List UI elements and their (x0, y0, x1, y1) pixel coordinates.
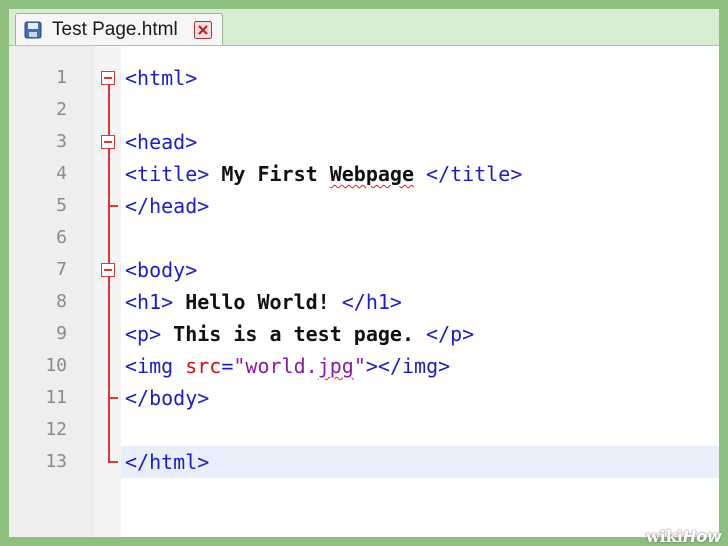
code-line: </html> (125, 446, 209, 478)
fold-end-head (108, 205, 118, 207)
code-line: <h1> Hello World! </h1> (125, 286, 402, 318)
code-line: <html> (125, 62, 197, 94)
code-line: <title> My First Webpage </title> (125, 158, 522, 190)
line-number: 3 (56, 131, 67, 152)
html-open-tag: <html> (125, 66, 198, 90)
h1-open-tag: <h1> (125, 290, 174, 314)
src-value-quote: " (353, 354, 366, 378)
equals-sign: = (221, 354, 234, 378)
line-number: 5 (56, 195, 67, 216)
code-line: </body> (125, 382, 209, 414)
line-number: 7 (56, 259, 67, 280)
html-close-tag: </html> (125, 450, 210, 474)
fold-toggle-html[interactable] (101, 71, 115, 85)
p-close-tag: </p> (426, 322, 475, 346)
src-value: "world. (233, 354, 318, 378)
editor-window: Test Page.html 1 2 3 4 5 6 7 8 9 10 11 1… (9, 9, 719, 537)
title-text-misspelled: Webpage (329, 162, 415, 186)
line-number: 13 (45, 451, 67, 472)
line-number: 11 (45, 387, 67, 408)
line-number: 12 (45, 419, 67, 440)
img-open-tag: <img (125, 354, 186, 378)
fold-toggle-body[interactable] (101, 263, 115, 277)
title-text: My First (209, 162, 330, 186)
h1-text: Hello World! (173, 290, 342, 314)
line-number: 1 (56, 67, 67, 88)
code-line: <head> (125, 126, 197, 158)
line-number: 4 (56, 163, 67, 184)
p-text: This is a test page. (161, 322, 427, 346)
fold-end-body (108, 397, 118, 399)
wikihow-logo: wikiHow (645, 527, 722, 546)
body-open-tag: <body> (125, 258, 198, 282)
tab-title: Test Page.html (52, 19, 178, 40)
fold-end-html (108, 461, 118, 463)
line-number: 10 (45, 355, 67, 376)
line-number: 8 (56, 291, 67, 312)
code-line: <body> (125, 254, 197, 286)
head-close-tag: </head> (125, 194, 210, 218)
head-open-tag: <head> (125, 130, 198, 154)
src-value-misspelled: jpg (317, 354, 354, 378)
p-open-tag: <p> (125, 322, 162, 346)
title-close-tag: </title> (414, 162, 523, 186)
line-number: 9 (56, 323, 67, 344)
save-icon (24, 21, 42, 39)
tab-test-page[interactable]: Test Page.html (15, 13, 223, 45)
src-attribute: src (185, 354, 222, 378)
img-close-tag: ></img> (365, 354, 451, 378)
title-open-tag: <title> (125, 162, 210, 186)
code-line: <p> This is a test page. </p> (125, 318, 474, 350)
code-line: </head> (125, 190, 209, 222)
line-number: 6 (56, 227, 67, 248)
fold-toggle-head[interactable] (101, 135, 115, 149)
h1-close-tag: </h1> (341, 290, 402, 314)
code-editor[interactable]: 1 2 3 4 5 6 7 8 9 10 11 12 13 <html> <he… (9, 46, 719, 537)
line-number: 2 (56, 99, 67, 120)
tab-bar: Test Page.html (9, 9, 719, 46)
code-line: <img src="world.jpg"></img> (125, 350, 450, 382)
current-line-highlight (121, 446, 719, 478)
close-icon[interactable] (194, 21, 212, 39)
body-close-tag: </body> (125, 386, 210, 410)
